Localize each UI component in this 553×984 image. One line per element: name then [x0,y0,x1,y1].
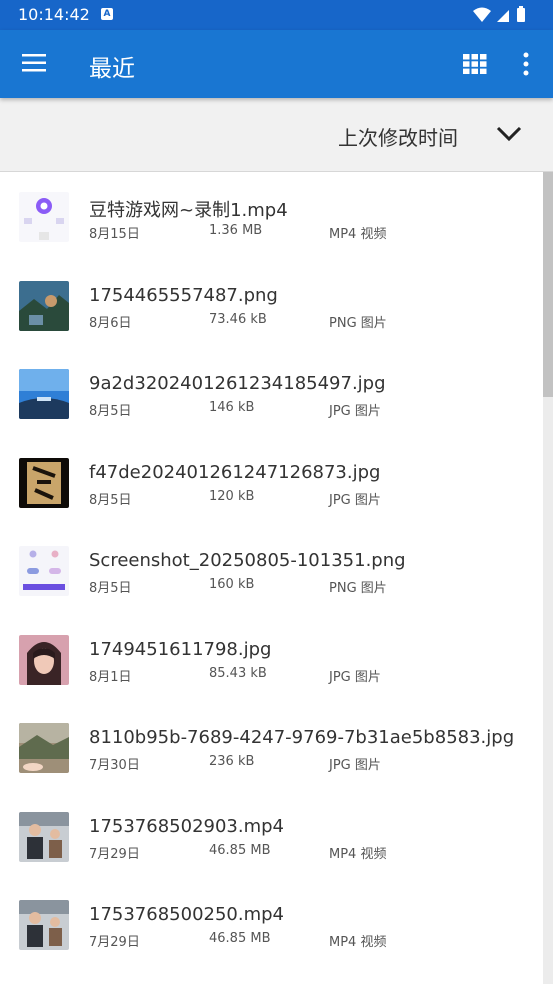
file-row[interactable]: 1749451611798.jpg 8月1日 85.43 kB JPG 图片 [0,615,543,704]
page-title: 最近 [89,56,135,82]
file-name: 8110b95b-7689-4247-9769-7b31ae5b8583.jpg [89,727,515,748]
file-size: 46.85 MB [209,842,271,858]
file-thumbnail [19,811,69,862]
more-vert-icon [523,52,529,76]
file-name: 1753768502903.mp4 [89,815,285,837]
file-thumbnail [19,900,69,950]
file-size: 73.46 kB [209,311,267,327]
file-row[interactable]: 豆特游戏网~录制1.mp4 8月15日 1.36 MB MP4 视频 [0,172,543,261]
file-name: 1749451611798.jpg [89,638,272,660]
file-thumbnail [19,546,69,596]
file-thumbnail [19,634,69,685]
file-row[interactable]: 9a2d3202401261234185497.jpg 8月5日 146 kB … [0,349,543,438]
file-date: 7月29日 [89,935,140,950]
file-date: 8月5日 [89,492,132,508]
battery-icon [517,8,525,22]
file-size: 146 kB [209,400,255,415]
file-type: MP4 视频 [329,846,387,862]
status-notification-icon: A [101,8,113,20]
grid-view-icon [463,54,487,75]
hamburger-icon [22,54,46,72]
status-icons [473,6,537,28]
file-type: JPG 图片 [329,669,381,685]
file-size: 46.85 MB [209,931,271,946]
file-thumbnail [19,457,69,508]
chevron-down-icon [496,126,522,142]
scrollbar-thumb[interactable] [543,172,553,397]
file-name: 豆特游戏网~录制1.mp4 [89,200,288,221]
signal-icons [473,6,525,22]
file-type: PNG 图片 [329,315,387,331]
file-thumbnail [19,723,69,773]
file-date: 8月1日 [89,669,132,685]
file-type: MP4 视频 [329,227,387,242]
file-type: PNG 图片 [329,581,387,596]
file-name: 1754465557487.png [89,284,278,306]
file-row[interactable]: Screenshot_20250805-101351.png 8月5日 160 … [0,526,543,615]
more-options-button[interactable] [516,52,536,76]
file-date: 7月29日 [89,846,140,862]
scrollbar[interactable] [543,172,553,984]
file-row[interactable]: 1753768502903.mp4 7月29日 46.85 MB MP4 视频 [0,792,543,881]
file-row[interactable]: 1753768500250.mp4 7月29日 46.85 MB MP4 视频 [0,880,543,969]
file-list: 豆特游戏网~录制1.mp4 8月15日 1.36 MB MP4 视频 17544… [0,172,543,969]
file-thumbnail [19,280,69,331]
file-name: Screenshot_20250805-101351.png [89,550,406,571]
cellular-icon [497,10,509,22]
file-thumbnail [19,369,69,419]
status-bar: 10:14:42 A [0,0,553,30]
file-type: JPG 图片 [329,404,381,419]
file-type: MP4 视频 [329,935,387,950]
file-row[interactable]: f47de202401261247126873.jpg 8月5日 120 kB … [0,438,543,527]
file-size: 1.36 MB [209,223,263,238]
app-bar: 最近 [0,30,553,98]
file-date: 8月6日 [89,315,132,331]
wifi-icon [473,7,491,22]
file-name: 9a2d3202401261234185497.jpg [89,373,386,394]
file-type: JPG 图片 [329,492,381,508]
file-size: 160 kB [209,577,255,592]
file-thumbnail [19,192,69,242]
sort-label[interactable]: 上次修改时间 [338,122,458,151]
file-size: 236 kB [209,754,255,769]
file-size: 85.43 kB [209,665,267,681]
file-date: 8月5日 [89,404,132,419]
file-name: f47de202401261247126873.jpg [89,461,381,483]
file-row[interactable]: 8110b95b-7689-4247-9769-7b31ae5b8583.jpg… [0,703,543,792]
file-date: 7月30日 [89,758,140,773]
file-size: 120 kB [209,488,255,504]
file-date: 8月5日 [89,581,132,596]
status-time: 10:14:42 [18,5,90,24]
file-name: 1753768500250.mp4 [89,904,285,925]
sort-bar: 上次修改时间 [0,98,553,172]
file-date: 8月15日 [89,227,140,242]
menu-button[interactable] [22,52,48,74]
file-row[interactable]: 1754465557487.png 8月6日 73.46 kB PNG 图片 [0,261,543,350]
grid-view-button[interactable] [463,54,487,75]
file-type: JPG 图片 [329,758,381,773]
sort-dropdown-button[interactable] [496,124,522,144]
